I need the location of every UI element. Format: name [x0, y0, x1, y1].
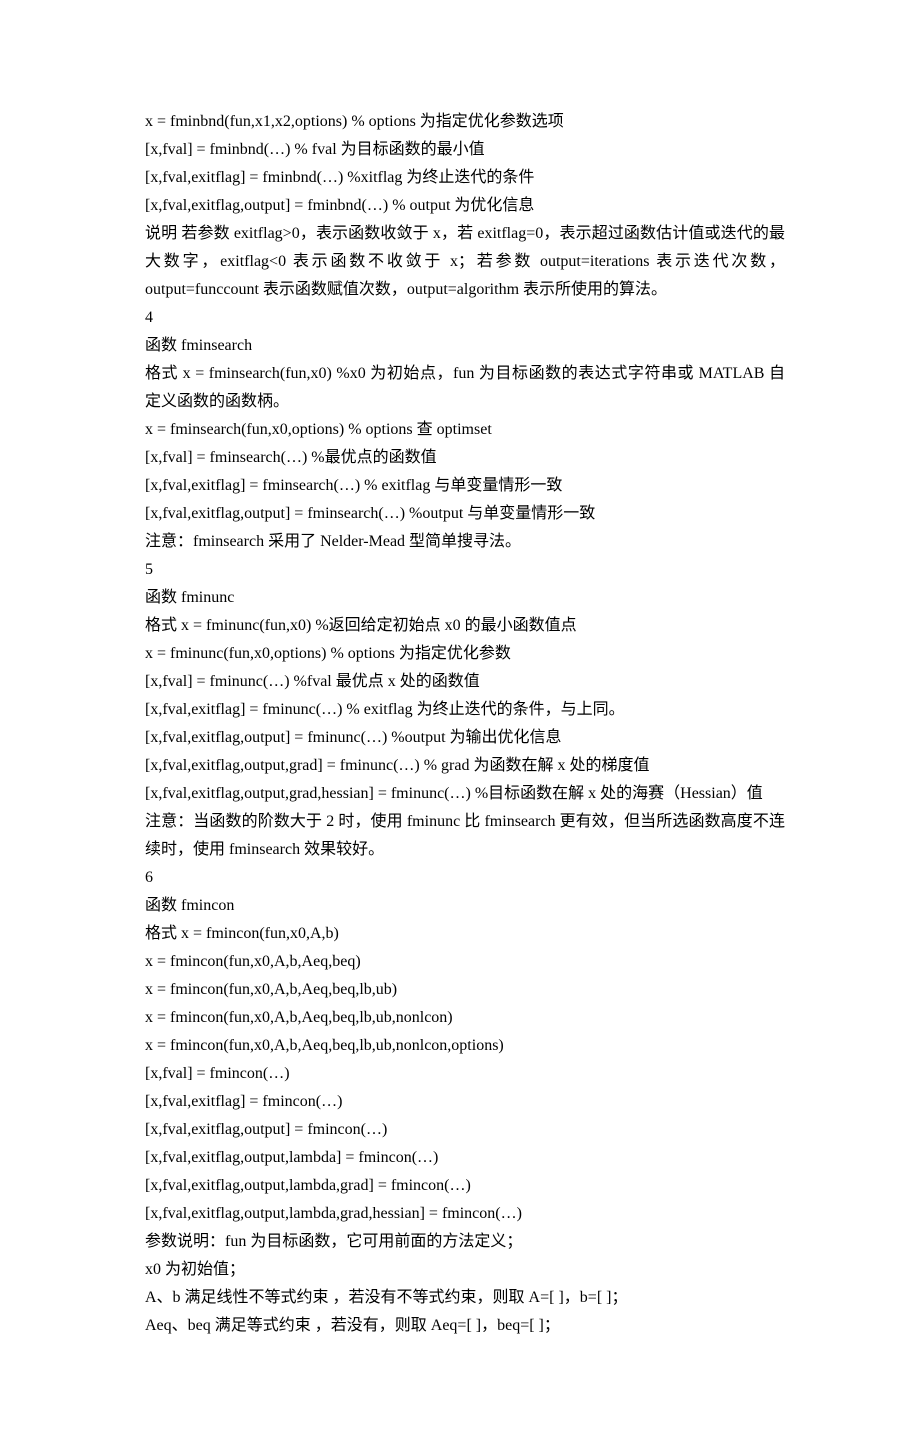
text-line: x = fminbnd(fun,x1,x2,options) % options…: [145, 108, 785, 136]
text-line: [x,fval,exitflag,output,grad,hessian] = …: [145, 780, 785, 808]
text-line: [x,fval,exitflag,output,lambda] = fminco…: [145, 1144, 785, 1172]
text-line: [x,fval,exitflag,output] = fminsearch(…)…: [145, 500, 785, 528]
text-line: 6: [145, 864, 785, 892]
text-line: [x,fval,exitflag,output] = fminbnd(…) % …: [145, 192, 785, 220]
text-line: [x,fval] = fminunc(…) %fval 最优点 x 处的函数值: [145, 668, 785, 696]
text-line: x = fmincon(fun,x0,A,b,Aeq,beq,lb,ub,non…: [145, 1004, 785, 1032]
text-line: [x,fval] = fminbnd(…) % fval 为目标函数的最小值: [145, 136, 785, 164]
text-line: [x,fval,exitflag,output] = fmincon(…): [145, 1116, 785, 1144]
text-line: x = fmincon(fun,x0,A,b,Aeq,beq,lb,ub,non…: [145, 1032, 785, 1060]
text-line: x = fmincon(fun,x0,A,b,Aeq,beq): [145, 948, 785, 976]
text-line: [x,fval,exitflag] = fminsearch(…) % exit…: [145, 472, 785, 500]
text-line: x = fminunc(fun,x0,options) % options 为指…: [145, 640, 785, 668]
text-line: x = fminsearch(fun,x0,options) % options…: [145, 416, 785, 444]
text-line: [x,fval,exitflag,output,grad] = fminunc(…: [145, 752, 785, 780]
text-line: 格式 x = fmincon(fun,x0,A,b): [145, 920, 785, 948]
text-line: [x,fval,exitflag] = fmincon(…): [145, 1088, 785, 1116]
text-line: 说明 若参数 exitflag>0，表示函数收敛于 x，若 exitflag=0…: [145, 220, 785, 304]
text-line: 函数 fminunc: [145, 584, 785, 612]
text-line: 4: [145, 304, 785, 332]
text-line: 参数说明：fun 为目标函数，它可用前面的方法定义；: [145, 1228, 785, 1256]
text-line: 格式 x = fminunc(fun,x0) %返回给定初始点 x0 的最小函数…: [145, 612, 785, 640]
text-line: [x,fval,exitflag] = fminbnd(…) %xitflag …: [145, 164, 785, 192]
text-line: 注意：当函数的阶数大于 2 时，使用 fminunc 比 fminsearch …: [145, 808, 785, 864]
text-line: [x,fval,exitflag] = fminunc(…) % exitfla…: [145, 696, 785, 724]
text-line: 格式 x = fminsearch(fun,x0) %x0 为初始点，fun 为…: [145, 360, 785, 416]
text-line: 函数 fmincon: [145, 892, 785, 920]
text-line: [x,fval] = fmincon(…): [145, 1060, 785, 1088]
document-page: x = fminbnd(fun,x1,x2,options) % options…: [0, 0, 920, 1440]
text-line: 注意：fminsearch 采用了 Nelder-Mead 型简单搜寻法。: [145, 528, 785, 556]
text-line: 函数 fminsearch: [145, 332, 785, 360]
text-line: Aeq、beq 满足等式约束 ，若没有，则取 Aeq=[ ]，beq=[ ]；: [145, 1312, 785, 1340]
text-line: A、b 满足线性不等式约束 ，若没有不等式约束，则取 A=[ ]，b=[ ]；: [145, 1284, 785, 1312]
text-line: [x,fval,exitflag,output] = fminunc(…) %o…: [145, 724, 785, 752]
text-line: x0 为初始值；: [145, 1256, 785, 1284]
text-line: x = fmincon(fun,x0,A,b,Aeq,beq,lb,ub): [145, 976, 785, 1004]
text-line: 5: [145, 556, 785, 584]
text-line: [x,fval,exitflag,output,lambda,grad] = f…: [145, 1172, 785, 1200]
text-line: [x,fval,exitflag,output,lambda,grad,hess…: [145, 1200, 785, 1228]
text-line: [x,fval] = fminsearch(…) %最优点的函数值: [145, 444, 785, 472]
